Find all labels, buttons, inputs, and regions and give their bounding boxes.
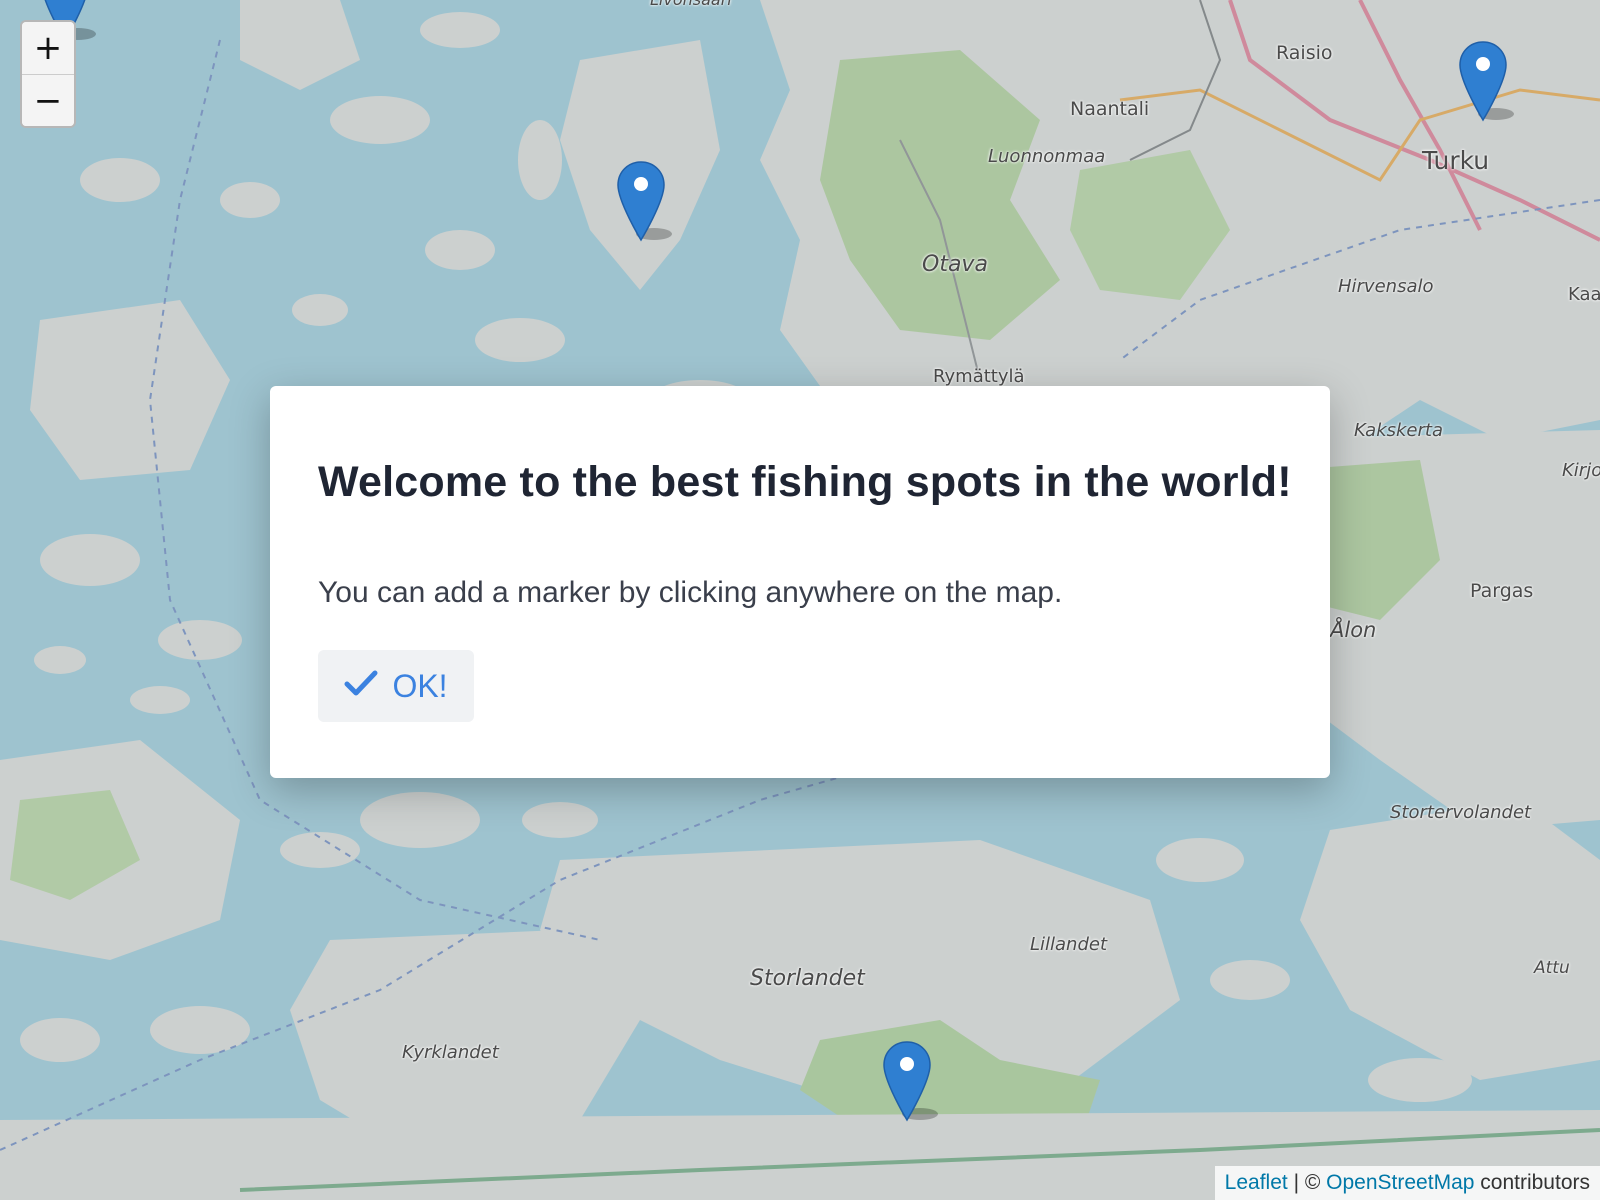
map-marker[interactable] [616, 160, 672, 242]
zoom-out-button[interactable]: − [22, 74, 74, 126]
place-label-luonnonmaa: Luonnonmaa [988, 146, 1106, 167]
map-marker[interactable] [882, 1040, 938, 1122]
place-label-pargas: Pargas [1470, 580, 1534, 602]
place-label-kirjo: Kirjo [1562, 460, 1600, 481]
place-label-naantali: Naantali [1070, 98, 1150, 120]
place-label-raisio: Raisio [1276, 42, 1333, 64]
ok-button[interactable]: OK! [318, 650, 474, 722]
place-label-kyrklandet: Kyrklandet [402, 1042, 499, 1063]
place-label-alon: Ålon [1330, 618, 1377, 642]
map-marker[interactable] [1458, 40, 1514, 122]
dialog-body: You can add a marker by clicking anywher… [318, 576, 1063, 609]
place-label-hirvensalo: Hirvensalo [1338, 276, 1434, 297]
place-label-kaa: Kaa [1568, 284, 1600, 305]
openstreetmap-link[interactable]: OpenStreetMap [1326, 1171, 1474, 1194]
place-label-stortervolandet: Stortervolandet [1390, 802, 1532, 823]
place-label-attu: Attu [1534, 958, 1570, 978]
place-label-kakskerta: Kakskerta [1354, 420, 1443, 441]
zoom-control: + − [20, 20, 76, 128]
place-label-storlandet: Storlandet [750, 966, 865, 991]
welcome-dialog: Welcome to the best fishing spots in the… [270, 386, 1330, 778]
place-label-lillandet: Lillandet [1030, 934, 1108, 955]
place-label-turku: Turku [1422, 146, 1490, 175]
leaflet-link[interactable]: Leaflet [1225, 1171, 1288, 1194]
checkmark-icon [344, 668, 378, 705]
place-label-rymattyla: Rymättylä [933, 366, 1025, 387]
attribution-separator: | © [1287, 1171, 1327, 1194]
zoom-in-button[interactable]: + [22, 22, 74, 74]
ok-button-label: OK! [392, 667, 448, 704]
place-label-livonsaari: Livonsaari [650, 0, 732, 9]
attribution-suffix: contributors [1474, 1171, 1590, 1194]
map-attribution: Leaflet | © OpenStreetMap contributors [1214, 1166, 1600, 1200]
dialog-title: Welcome to the best fishing spots in the… [318, 458, 1292, 506]
place-label-otava: Otava [922, 252, 988, 277]
